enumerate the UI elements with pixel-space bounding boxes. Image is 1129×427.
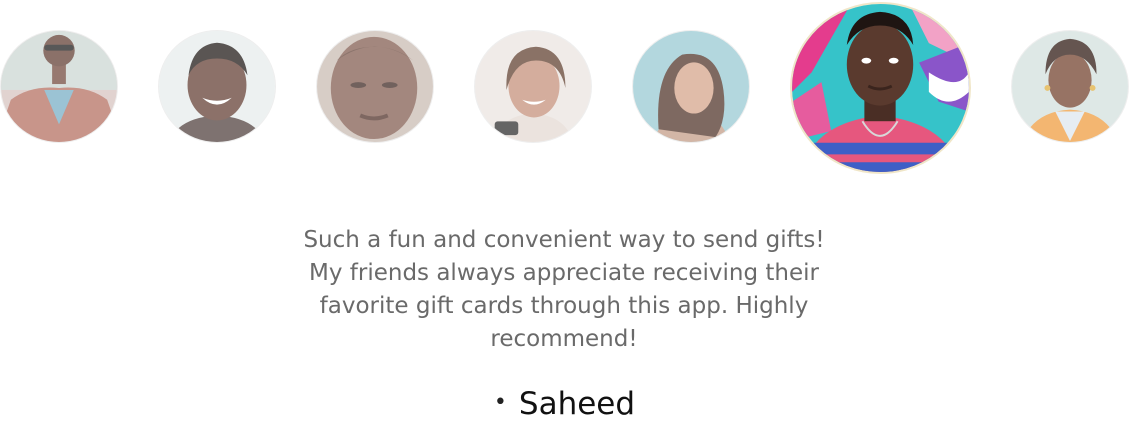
avatar-7-portrait — [1012, 31, 1128, 142]
avatar-3-portrait — [317, 31, 433, 142]
author-name: Saheed — [518, 386, 636, 422]
testimonial-avatar-carousel — [0, 0, 1129, 185]
avatar-7[interactable] — [1011, 30, 1129, 143]
avatar-6-portrait — [792, 4, 969, 172]
testimonial-author: • Saheed — [0, 384, 1129, 424]
avatar-3[interactable] — [316, 30, 434, 143]
testimonial-quote: Such a fun and convenient way to send gi… — [303, 227, 825, 352]
avatar-1[interactable] — [0, 30, 118, 143]
author-bullet: • — [493, 390, 507, 415]
avatar-5[interactable] — [632, 30, 750, 143]
avatar-2[interactable] — [158, 30, 276, 143]
avatar-4-portrait — [475, 31, 591, 142]
avatar-5-portrait — [633, 31, 749, 142]
avatar-1-portrait — [1, 31, 117, 142]
avatar-6-active[interactable] — [790, 2, 971, 174]
avatar-4[interactable] — [474, 30, 592, 143]
avatar-2-portrait — [159, 31, 275, 142]
